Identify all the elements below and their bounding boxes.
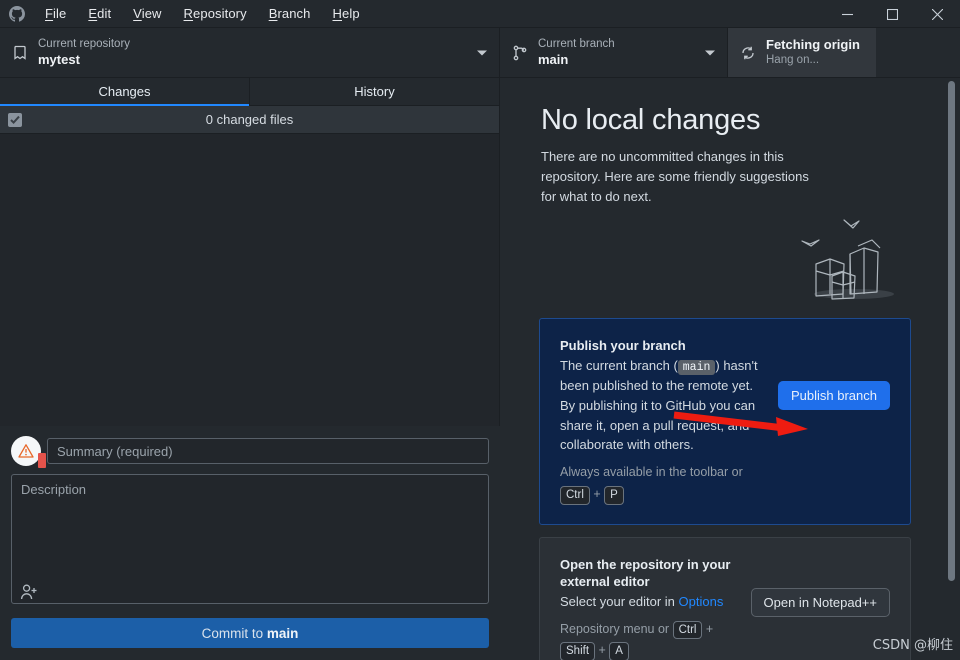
maximize-icon[interactable] [870,0,915,28]
menu-item-view[interactable]: View [122,2,172,25]
fetch-origin-button[interactable]: Fetching origin Hang on... [728,28,876,77]
current-branch-value: main [538,51,569,67]
changed-files-list [0,134,499,476]
kbd-ctrl: Ctrl [672,620,703,640]
commit-button-branch: main [266,625,299,641]
commit-area: Commit to main [0,426,500,660]
suggestion-cards: Publish your branch The current branch (… [539,318,911,660]
watermark: CSDN @柳住 [872,638,953,653]
fetch-origin-title: Fetching origin [766,37,860,53]
branch-code-pill: main [677,359,716,375]
repository-icon [12,45,38,61]
card-external-editor-action: Open in Notepad++ [750,556,890,617]
vertical-scrollbar[interactable] [948,81,955,581]
commit-summary-input[interactable] [47,438,489,464]
card-external-editor: Open the repository in your external edi… [539,536,911,660]
current-repository-button[interactable]: Current repository mytest [0,28,500,77]
close-icon[interactable] [915,0,960,28]
menu-item-repository[interactable]: Repository [173,2,258,25]
menu-item-branch[interactable]: Branch [258,2,322,25]
page-description: There are no uncommitted changes in this… [541,149,809,205]
left-panel: Changes History 0 changed files Summary … [0,78,500,660]
chevron-down-icon [705,50,715,55]
options-link[interactable]: Options [679,594,724,609]
card-publish-branch-desc: The current branch (main) hasn't been pu… [560,356,768,455]
github-mark-icon [0,5,34,22]
commit-description-input[interactable] [11,474,489,604]
current-branch-button[interactable]: Current branch main [500,28,728,77]
hint-prefix: Always available in the toolbar or [560,465,743,480]
changed-files-header: 0 changed files [0,106,499,134]
current-repository-label: Current repository [38,38,131,51]
commit-description-wrap [11,474,489,609]
kbd-a: A [609,642,629,660]
tab-bar: Changes History [0,78,499,106]
toolbar: Current repository mytest Current branch… [0,28,960,78]
commit-to-branch-button[interactable]: Commit to main [11,618,489,648]
warning-avatar-icon [11,436,46,468]
tab-changes-label: Changes [98,84,151,99]
desc-before: Select your editor in [560,593,679,609]
kbd-p: P [604,485,624,505]
menu-item-file[interactable]: File [34,2,77,25]
menu-item-edit[interactable]: Edit [77,2,122,25]
tab-history[interactable]: History [250,78,499,105]
card-publish-branch-hint: Always available in the toolbar or Ctrl … [560,462,768,506]
right-panel: No local changes There are no uncommitte… [501,78,960,660]
boxes-illustration [801,219,894,300]
kbd-shift: Shift [560,642,596,660]
hint-prefix: Repository menu or [560,621,673,636]
tab-history-label: History [354,84,395,99]
chevron-down-icon [477,50,487,55]
page-title: No local changes [541,104,761,136]
window-controls [825,0,960,28]
tab-changes[interactable]: Changes [0,78,250,106]
menu-bar: File Edit View Repository Branch Help [34,2,371,25]
branch-icon [512,45,538,61]
red-arrow-annotation [673,411,808,436]
sync-icon [740,45,766,61]
fetch-origin-subtitle: Hang on... [766,54,820,67]
current-branch-label: Current branch [538,38,615,51]
select-all-checkbox[interactable] [8,112,22,127]
card-external-editor-title: Open the repository in your external edi… [560,556,731,590]
publish-branch-button[interactable]: Publish branch [778,381,890,410]
card-external-editor-hint: Repository menu or Ctrl + Shift + A [560,619,751,660]
commit-summary-row [11,436,489,468]
changed-files-count: 0 changed files [205,112,294,127]
avatar-warning-badge [38,453,46,468]
card-publish-branch: Publish your branch The current branch (… [539,318,911,525]
desc-before: The current branch ( [560,357,678,373]
github-desktop-window: File Edit View Repository Branch Help Cu… [0,0,960,660]
card-publish-branch-action: Publish branch [778,337,890,410]
current-repository-value: mytest [38,51,80,67]
title-bar: File Edit View Repository Branch Help [0,0,960,28]
card-publish-branch-title: Publish your branch [560,338,686,353]
add-person-icon[interactable] [20,583,38,601]
menu-item-help[interactable]: Help [322,2,371,25]
open-in-editor-button[interactable]: Open in Notepad++ [750,587,890,617]
card-external-editor-desc: Select your editor in Options [560,592,751,612]
minimize-icon[interactable] [825,0,870,28]
kbd-ctrl: Ctrl [560,485,590,505]
commit-button-prefix: Commit to [201,625,267,641]
